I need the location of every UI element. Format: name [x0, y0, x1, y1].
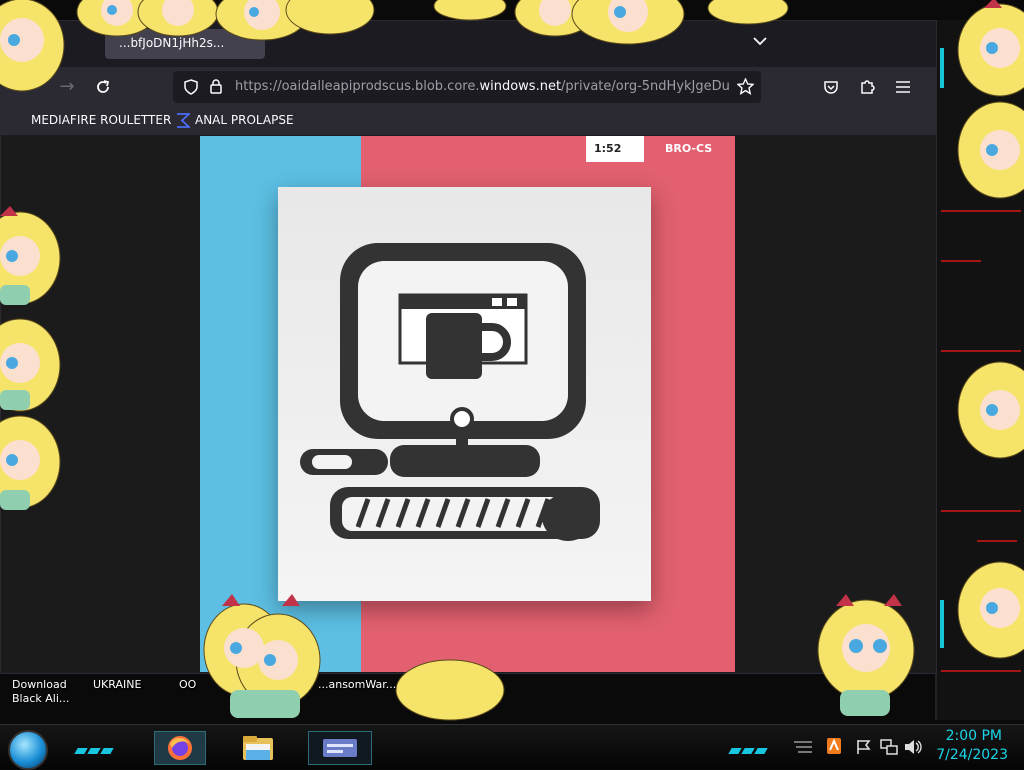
firefox-icon [168, 736, 192, 760]
taskbar: 2:00 PM 7/24/2023 [0, 724, 1024, 770]
taskbar-firefox[interactable] [154, 731, 206, 765]
taskbar-window[interactable] [308, 731, 372, 765]
network-icon[interactable] [880, 739, 898, 759]
taskbar-file-explorer[interactable] [232, 731, 284, 765]
folder-icon [243, 736, 273, 760]
wallpaper-character-sprites [0, 0, 1024, 721]
desktop-icon-label[interactable]: UKRAINE [93, 678, 141, 692]
window-icon [323, 739, 357, 757]
desktop-icon-label[interactable]: Download Black Ali... [12, 678, 82, 706]
start-button[interactable] [8, 730, 48, 770]
show-desktop-icon[interactable] [792, 739, 814, 758]
desktop-icon-label[interactable]: OO [179, 678, 196, 692]
taskbar-decoration [74, 739, 115, 754]
clock-time[interactable]: 2:00 PM [930, 728, 1002, 744]
volume-icon[interactable] [904, 739, 922, 759]
desktop-icon-label[interactable]: ...ansomWar... [318, 678, 396, 692]
clock-date[interactable]: 7/24/2023 [930, 747, 1008, 763]
flag-icon[interactable] [856, 739, 872, 759]
taskbar-decoration [728, 739, 769, 754]
tray-app-icon[interactable] [826, 737, 842, 759]
